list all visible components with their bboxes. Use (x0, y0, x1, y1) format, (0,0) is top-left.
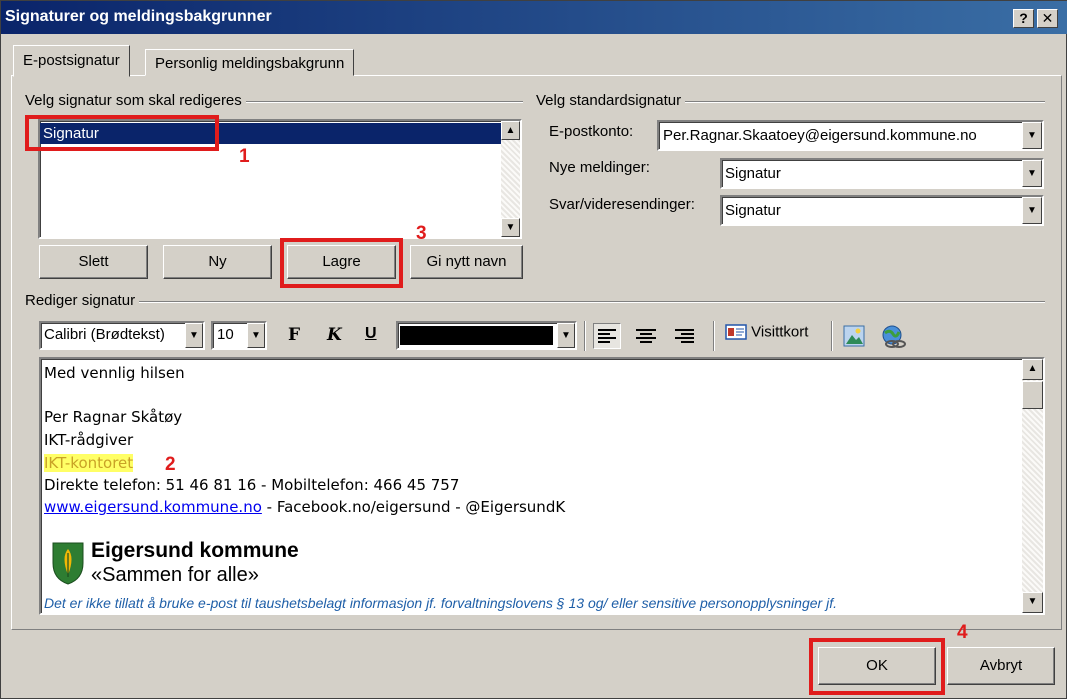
font-size-value: 10 (217, 326, 234, 343)
help-button[interactable]: ? (1013, 9, 1034, 28)
underline-button[interactable]: U (365, 325, 377, 343)
editor-scrollbar[interactable]: ▲ ▼ (1022, 359, 1043, 613)
sig-links-line: www.eigersund.kommune.no - Facebook.no/e… (44, 498, 565, 516)
reply-forward-select[interactable]: Signatur ▼ (720, 195, 1044, 226)
reply-forward-value: Signatur (725, 202, 781, 219)
scroll-up-icon[interactable]: ▲ (1022, 359, 1043, 380)
align-right-icon (675, 329, 694, 343)
website-link[interactable]: www.eigersund.kommune.no (44, 498, 262, 516)
annotation-box (809, 638, 945, 695)
business-card-icon (725, 324, 747, 340)
picture-icon (843, 325, 865, 347)
annotation-number: 3 (416, 223, 427, 244)
sig-name: Per Ragnar Skåtøy (44, 408, 183, 426)
align-right-icon[interactable] (671, 324, 697, 352)
align-left-icon (598, 329, 616, 343)
business-card-button[interactable]: Visittkort (725, 323, 808, 341)
sig-phone: Direkte telefon: 51 46 81 16 - Mobiltele… (44, 476, 460, 494)
sig-department: IKT-kontoret (44, 454, 134, 472)
chevron-down-icon[interactable]: ▼ (557, 323, 575, 348)
scroll-down-icon[interactable]: ▼ (501, 218, 520, 237)
select-signature-heading: Velg signatur som skal redigeres (21, 92, 246, 109)
new-messages-select[interactable]: Signatur ▼ (720, 158, 1044, 189)
window-title: Signaturer og meldingsbakgrunner (5, 8, 272, 25)
toolbar-divider (831, 321, 833, 351)
account-select[interactable]: Per.Ragnar.Skaatoey@eigersund.kommune.no… (657, 120, 1044, 151)
tab-label: Personlig meldingsbakgrunn (155, 55, 345, 72)
font-select[interactable]: Calibri (Brødtekst) ▼ (39, 321, 205, 350)
sig-disclaimer: Det er ikke tillatt å bruke e-post til t… (44, 595, 837, 611)
annotation-number: 2 (165, 454, 176, 475)
new-button[interactable]: Ny (163, 245, 272, 279)
italic-button[interactable]: K (327, 325, 342, 345)
group-divider (23, 301, 1045, 303)
new-messages-value: Signatur (725, 165, 781, 182)
chevron-down-icon[interactable]: ▼ (1022, 160, 1042, 187)
account-value: Per.Ragnar.Skaatoey@eigersund.kommune.no (663, 127, 977, 144)
align-center-icon[interactable] (633, 324, 659, 352)
sig-role: IKT-rådgiver (44, 431, 134, 449)
scroll-thumb[interactable] (1022, 381, 1043, 409)
toolbar-divider (713, 321, 715, 351)
annotation-number: 1 (239, 146, 250, 167)
coat-of-arms-icon (52, 542, 84, 585)
sig-greeting: Med vennlig hilsen (44, 364, 185, 382)
annotation-box (280, 238, 403, 288)
logo-slogan: «Sammen for alle» (91, 564, 259, 586)
toolbar-divider (584, 321, 586, 351)
color-swatch (400, 326, 553, 345)
title-bar: Signaturer og meldingsbakgrunner ? ✕ (1, 1, 1067, 34)
globe-link-icon (882, 325, 906, 348)
delete-button[interactable]: Slett (39, 245, 148, 279)
cancel-button[interactable]: Avbryt (947, 647, 1055, 685)
scroll-down-icon[interactable]: ▼ (1022, 592, 1043, 613)
insert-hyperlink-icon[interactable] (881, 325, 907, 353)
insert-picture-icon[interactable] (843, 325, 865, 351)
new-messages-label: Nye meldinger: (549, 159, 650, 176)
signature-editor[interactable]: Med vennlig hilsen Per Ragnar Skåtøy IKT… (39, 357, 1045, 615)
chevron-down-icon[interactable]: ▼ (1022, 122, 1042, 149)
annotation-box (25, 115, 219, 151)
default-signature-heading: Velg standardsignatur (532, 92, 686, 109)
edit-signature-heading: Rediger signatur (21, 292, 140, 309)
rename-button[interactable]: Gi nytt navn (410, 245, 523, 279)
logo-name: Eigersund kommune (91, 539, 299, 562)
chevron-down-icon[interactable]: ▼ (185, 323, 203, 348)
align-left-icon[interactable] (593, 323, 621, 349)
business-card-label: Visittkort (751, 323, 809, 341)
account-label: E-postkonto: (549, 123, 634, 140)
reply-forward-label: Svar/videresendinger: (549, 196, 695, 213)
logo-block: Eigersund kommune «Sammen for alle» (47, 539, 311, 591)
sig-social: - Facebook.no/eigersund - @EigersundK (261, 498, 566, 516)
chevron-down-icon[interactable]: ▼ (1022, 197, 1042, 224)
annotation-number: 4 (957, 622, 968, 643)
align-center-icon (636, 329, 656, 343)
tab-personal-stationery[interactable]: Personlig meldingsbakgrunn (145, 49, 355, 76)
tab-email-signature[interactable]: E-postsignatur (13, 45, 130, 77)
list-scrollbar[interactable]: ▲ ▼ (501, 121, 520, 237)
close-button[interactable]: ✕ (1037, 9, 1058, 28)
font-color-select[interactable]: ▼ (396, 321, 577, 350)
signatures-dialog: Signaturer og meldingsbakgrunner ? ✕ E-p… (0, 0, 1067, 699)
chevron-down-icon[interactable]: ▼ (247, 323, 265, 348)
bold-button[interactable]: F (288, 325, 300, 345)
font-size-select[interactable]: 10 ▼ (211, 321, 267, 350)
tab-label: E-postsignatur (23, 52, 120, 69)
font-value: Calibri (Brødtekst) (44, 326, 165, 343)
scroll-up-icon[interactable]: ▲ (501, 121, 520, 140)
